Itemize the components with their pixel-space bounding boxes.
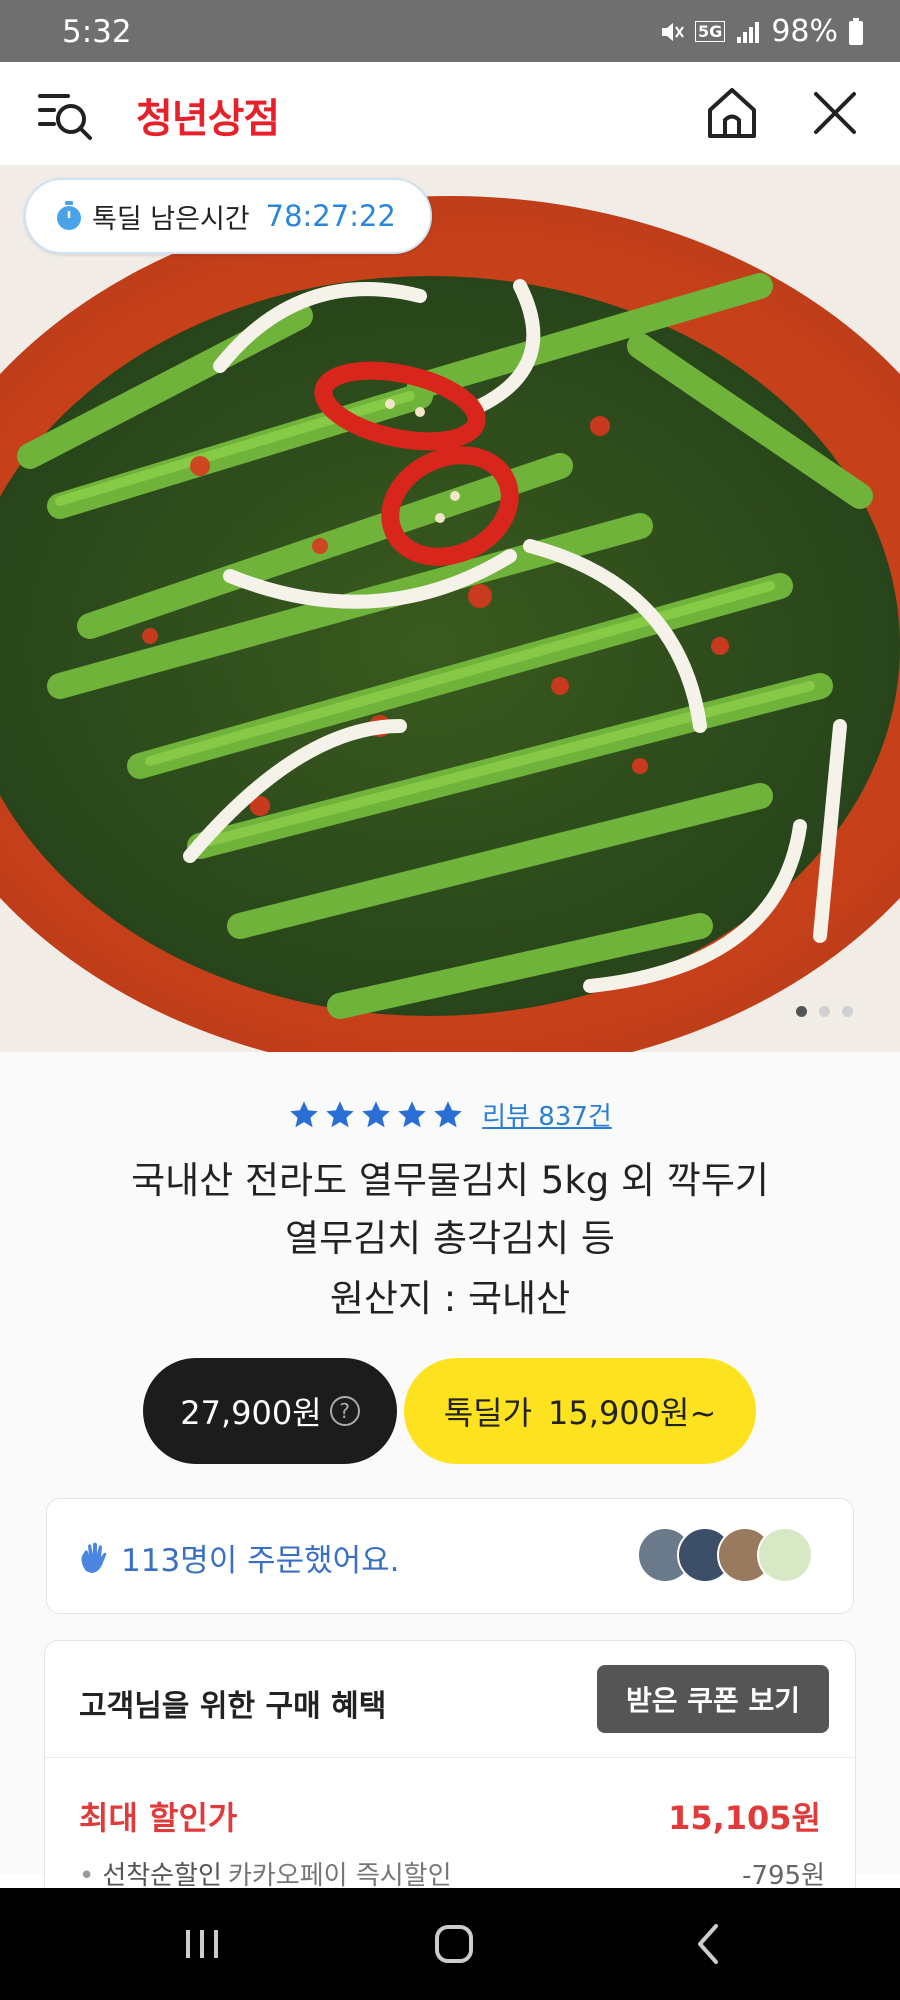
max-discount-price: 15,105원: [668, 1799, 821, 1837]
order-count-text: 113명이 주문했어요.: [121, 1543, 400, 1579]
divider: [45, 1757, 855, 1758]
hand-wave-icon: [81, 1542, 107, 1573]
rating-stars: [288, 1100, 464, 1130]
star-icon: [290, 1100, 318, 1127]
carousel-dot[interactable]: [796, 1006, 807, 1017]
signal-icon: [737, 21, 760, 43]
discount-desc: 카카오페이 즉시할인: [227, 1861, 452, 1891]
max-discount-label: 최대 할인가: [79, 1799, 238, 1837]
review-link[interactable]: 리뷰 837건: [482, 1096, 612, 1133]
rating-row: 리뷰 837건: [0, 1096, 900, 1133]
stopwatch-icon: [57, 201, 81, 230]
network-icon: 5G: [695, 21, 726, 42]
brand-logo[interactable]: 청년상점: [136, 86, 280, 144]
timer-label: 톡딜 남은시간: [92, 203, 250, 235]
deal-price: 15,900원~: [548, 1394, 717, 1432]
bullet-icon: •: [79, 1861, 95, 1891]
star-icon: [434, 1100, 462, 1127]
timer-value: 78:27:22: [265, 199, 396, 233]
buyer-avatars: [637, 1527, 813, 1583]
battery-percent: 98%: [771, 14, 838, 49]
carousel-dot[interactable]: [842, 1006, 853, 1017]
view-coupons-button[interactable]: 받은 쿠폰 보기: [597, 1665, 829, 1733]
original-price-button[interactable]: 27,900원 ?: [143, 1358, 397, 1464]
star-icon: [326, 1100, 354, 1127]
purchase-benefits: 고객님을 위한 구매 혜택 받은 쿠폰 보기 최대 할인가 15,105원 • 선…: [44, 1640, 856, 1900]
product-title-line1: 국내산 전라도 열무물김치 5kg 외 깍두기: [131, 1159, 769, 1202]
carousel-dot[interactable]: [819, 1006, 830, 1017]
product-title-line2: 열무김치 총각김치 등: [285, 1217, 615, 1260]
order-count-box: 113명이 주문했어요.: [46, 1498, 854, 1614]
product-info: 리뷰 837건 국내산 전라도 열무물김치 5kg 외 깍두기 열무김치 총각김…: [0, 1052, 900, 1900]
deal-label: 톡딜가: [443, 1394, 533, 1432]
avatar: [757, 1527, 813, 1583]
status-icons: 5G 98%: [659, 14, 864, 49]
help-icon[interactable]: ?: [329, 1396, 360, 1426]
status-bar: 5:32 5G 98%: [0, 0, 900, 62]
mute-icon: [662, 22, 684, 41]
carousel-indicator: [796, 1006, 853, 1017]
battery-icon: [849, 17, 863, 45]
close-icon[interactable]: [812, 90, 858, 136]
discount-amount: -795원: [742, 1861, 825, 1891]
status-time: 5:32: [62, 14, 132, 50]
star-icon: [398, 1100, 426, 1127]
app-header: 청년상점: [0, 62, 900, 166]
discount-detail-row: • 선착순할인 카카오페이 즉시할인 -795원: [79, 1855, 825, 1892]
menu-search-icon[interactable]: [38, 90, 96, 142]
product-origin: 원산지 : 국내산: [329, 1277, 571, 1320]
recents-icon[interactable]: [172, 1918, 232, 1970]
back-icon[interactable]: [680, 1918, 740, 1970]
deal-price-button[interactable]: 톡딜가 15,900원~: [404, 1358, 756, 1464]
home-icon[interactable]: [706, 86, 758, 140]
product-title: 국내산 전라도 열무물김치 5kg 외 깍두기 열무김치 총각김치 등: [60, 1152, 840, 1268]
benefit-title: 고객님을 위한 구매 혜택: [79, 1689, 387, 1724]
product-image[interactable]: [0, 166, 900, 1052]
discount-type: 선착순할인: [102, 1861, 222, 1891]
deal-timer: 톡딜 남은시간 78:27:22: [24, 178, 432, 254]
system-nav-bar: [0, 1888, 900, 2000]
home-nav-icon[interactable]: [424, 1918, 484, 1970]
original-price: 27,900원: [180, 1394, 322, 1432]
star-icon: [362, 1100, 390, 1127]
